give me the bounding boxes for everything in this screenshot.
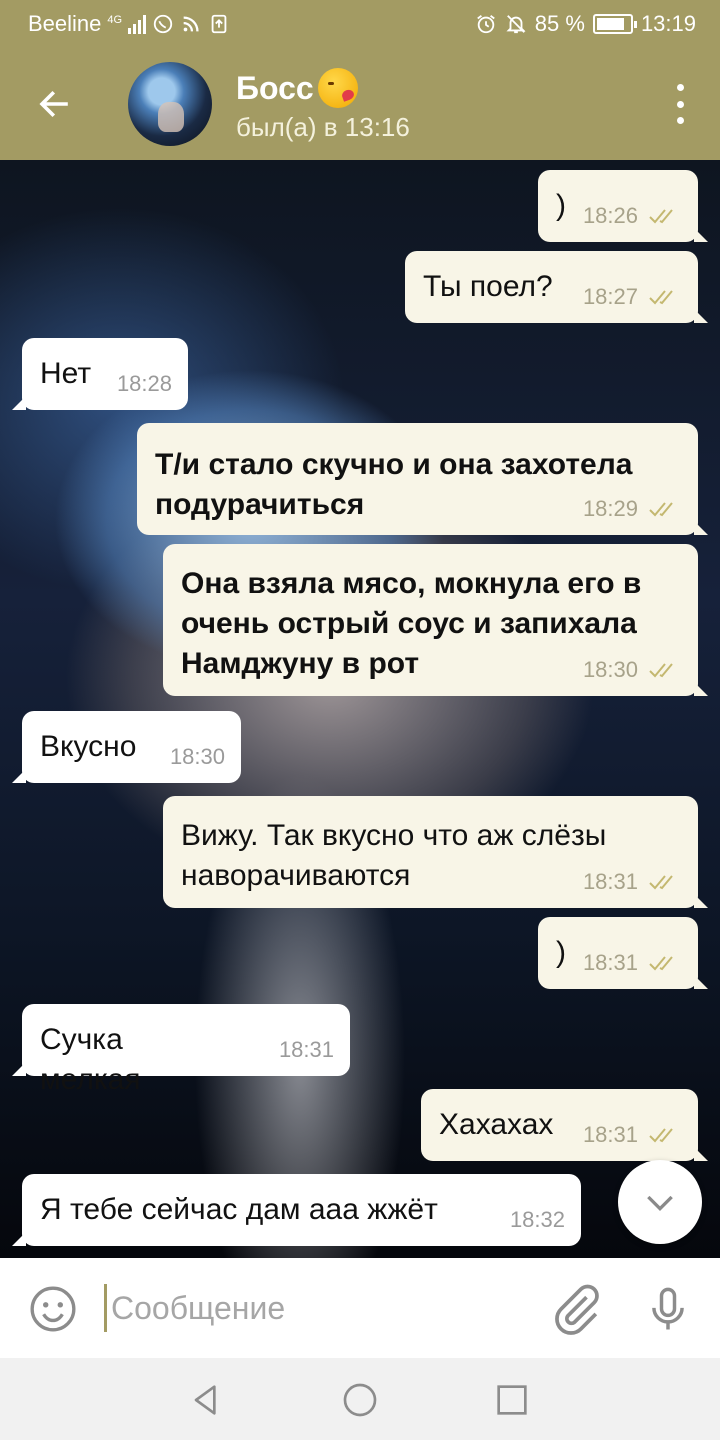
alarm-icon <box>476 15 495 34</box>
message-meta: 18:27 <box>583 277 682 317</box>
avatar[interactable] <box>128 62 212 146</box>
message-meta: 18:32 <box>510 1200 565 1240</box>
message-time: 18:28 <box>116 371 172 396</box>
read-ticks-icon <box>649 875 673 890</box>
kiss-emoji-icon <box>317 68 358 108</box>
message-meta: 18:29 <box>583 489 682 529</box>
nav-recents-icon[interactable] <box>492 1380 532 1420</box>
message-meta: 18:30 <box>170 737 225 777</box>
message-meta: 18:31 <box>583 1115 682 1155</box>
mic-icon[interactable] <box>642 1282 694 1338</box>
message-text: Я тебе сейчас дам ааа жжёт <box>40 1193 438 1226</box>
emoji-icon[interactable] <box>28 1284 78 1334</box>
incoming-message[interactable]: Вкусно 18:30 <box>12 711 241 783</box>
more-options-button[interactable] <box>670 84 690 124</box>
whatsapp-icon <box>153 14 173 34</box>
message-meta: 18:28 <box>117 364 172 404</box>
outgoing-message[interactable]: Вижу. Так вкусно что аж слёзы наворачива… <box>163 796 708 908</box>
network-label: 4G <box>107 14 123 26</box>
message-time: 18:31 <box>582 950 638 975</box>
system-nav-bar <box>0 1358 720 1440</box>
message-input-bar <box>0 1258 720 1358</box>
last-seen-status: был(а) в 13:16 <box>236 112 410 142</box>
battery-percent: 85 % <box>534 11 585 36</box>
back-button[interactable] <box>24 76 84 132</box>
outgoing-message[interactable]: Она взяла мясо, мокнула его в очень остр… <box>163 544 708 696</box>
chat-area[interactable]: ) 18:26 Ты поел? 18:27 Нет 18:28 Т/и стало ску… <box>0 160 720 1258</box>
chat-title[interactable]: Босс <box>236 68 358 108</box>
read-ticks-icon <box>649 290 673 305</box>
message-time: 18:27 <box>582 284 638 309</box>
message-meta: 18:30 <box>583 650 682 690</box>
message-time: 18:30 <box>582 657 638 682</box>
message-meta: 18:31 <box>583 943 682 983</box>
read-ticks-icon <box>649 956 673 971</box>
message-input[interactable] <box>104 1284 524 1332</box>
chat-header: Босс был(а) в 13:16 <box>0 48 720 160</box>
carrier-label: Beeline <box>28 11 102 36</box>
message-time: 18:32 <box>509 1207 565 1232</box>
incoming-message[interactable]: Сучка мелкая 18:31 <box>12 1004 350 1096</box>
nav-back-icon[interactable] <box>186 1380 226 1420</box>
status-bar: Beeline 4G 85 % 13:19 <box>0 0 720 48</box>
signal-icon <box>128 14 147 34</box>
outgoing-message[interactable]: Ты поел? 18:27 <box>405 251 708 323</box>
read-ticks-icon <box>649 502 673 517</box>
more-vert-icon <box>676 84 684 91</box>
message-time: 18:26 <box>582 203 638 228</box>
nav-home-icon[interactable] <box>340 1380 380 1420</box>
battery-icon <box>592 14 637 34</box>
message-time: 18:31 <box>582 1122 638 1147</box>
read-ticks-icon <box>649 663 673 678</box>
outgoing-message[interactable]: ) 18:31 <box>538 917 708 989</box>
rss-icon <box>183 16 199 32</box>
contact-name: Босс <box>236 69 314 106</box>
outgoing-message[interactable]: Т/и стало скучно и она захотела подурачи… <box>137 423 708 535</box>
mute-icon <box>506 15 526 34</box>
clock: 13:19 <box>640 11 696 36</box>
message-meta: 18:31 <box>279 1030 334 1070</box>
incoming-message[interactable]: Нет 18:28 <box>12 338 188 410</box>
read-ticks-icon <box>649 209 673 224</box>
chevron-down-icon <box>647 1195 673 1212</box>
attach-icon[interactable] <box>548 1282 604 1338</box>
upload-icon <box>211 14 227 34</box>
message-time: 18:30 <box>169 744 225 769</box>
message-time: 18:31 <box>278 1037 334 1062</box>
message-meta: 18:26 <box>583 196 682 236</box>
read-ticks-icon <box>649 1128 673 1143</box>
back-arrow-icon <box>39 90 68 118</box>
outgoing-message[interactable]: ) 18:26 <box>538 170 708 242</box>
message-time: 18:31 <box>582 869 638 894</box>
scroll-down-button[interactable] <box>618 1160 702 1244</box>
incoming-message[interactable]: Я тебе сейчас дам ааа жжёт 18:32 <box>12 1174 581 1246</box>
message-time: 18:29 <box>582 496 638 521</box>
message-meta: 18:31 <box>583 862 682 902</box>
outgoing-message[interactable]: Хахахах 18:31 <box>421 1089 708 1161</box>
